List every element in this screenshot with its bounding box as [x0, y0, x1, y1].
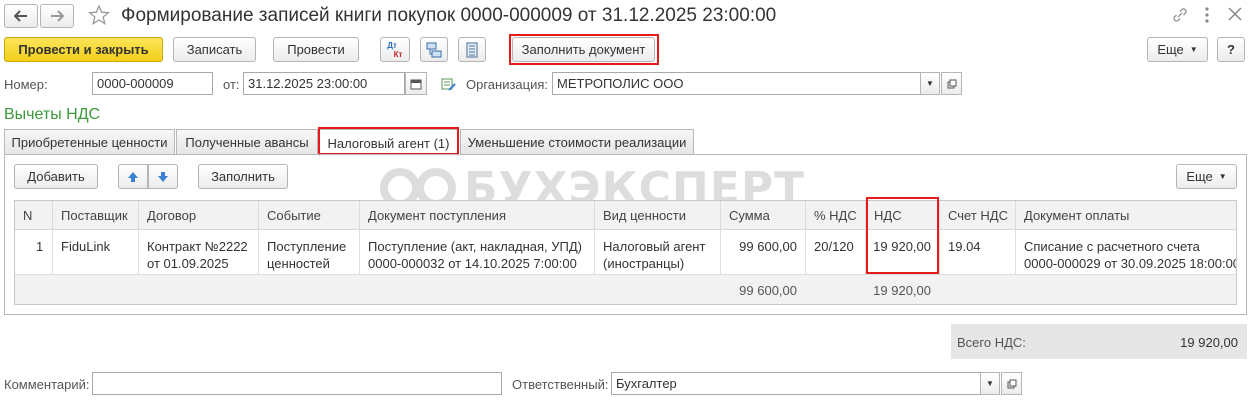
organization-open-button[interactable] [941, 72, 962, 95]
help-button[interactable]: ? [1217, 37, 1245, 62]
more-label: Еще [1157, 42, 1184, 57]
move-down-button[interactable] [148, 164, 178, 189]
totals-vat: 19 920,00 [873, 283, 931, 298]
document-edit-icon[interactable] [440, 76, 456, 92]
responsible-label: Ответственный: [512, 377, 609, 392]
row-event-line2: ценностей [267, 256, 330, 271]
close-icon[interactable] [1228, 7, 1242, 21]
chevron-down-icon: ▼ [926, 79, 934, 88]
date-label: от: [223, 77, 240, 92]
fill-document-button[interactable]: Заполнить документ [512, 37, 655, 62]
comment-field[interactable] [92, 372, 502, 395]
arrow-down-icon [158, 171, 168, 182]
row-payment-doc-line1: Списание с расчетного счета [1024, 239, 1200, 254]
total-vat-label: Всего НДС: [957, 335, 1026, 350]
responsible-dropdown-button[interactable]: ▼ [980, 372, 1000, 395]
arrow-left-icon [14, 10, 27, 22]
back-button[interactable] [4, 4, 38, 28]
row-contract-line2: от 01.09.2025 [147, 256, 229, 271]
calendar-button[interactable] [405, 72, 427, 95]
tab-received-advances[interactable]: Полученные авансы [176, 129, 318, 154]
comment-label: Комментарий: [4, 377, 90, 392]
more-button[interactable]: Еще ▼ [1147, 37, 1208, 62]
window-title: Формирование записей книги покупок 0000-… [121, 5, 777, 26]
row-contract-line1: Контракт №2222 [147, 239, 248, 254]
column-header-vat[interactable]: НДС [866, 201, 940, 230]
table-more-label: Еще [1186, 169, 1213, 184]
dt-label: Дт [387, 40, 397, 50]
menu-dots-icon[interactable] [1203, 6, 1211, 24]
open-icon [947, 79, 956, 88]
column-header-contract[interactable]: Договор [139, 201, 259, 230]
arrow-right-icon [51, 10, 64, 22]
dt-kt-button[interactable]: Дт Кт [380, 37, 410, 62]
number-label: Номер: [4, 77, 48, 92]
arrow-up-icon [128, 171, 138, 182]
structure-icon [426, 42, 442, 57]
row-vat: 19 920,00 [873, 239, 931, 254]
row-number: 1 [36, 239, 44, 254]
tab-sales-cost-reduction[interactable]: Уменьшение стоимости реализации [460, 129, 694, 154]
organization-dropdown-button[interactable]: ▼ [920, 72, 940, 95]
move-up-button[interactable] [118, 164, 148, 189]
column-header-amount[interactable]: Сумма [721, 201, 806, 230]
total-vat-value: 19 920,00 [1180, 335, 1238, 350]
tab-acquired-values[interactable]: Приобретенные ценности [4, 129, 175, 154]
row-vat-account: 19.04 [948, 239, 981, 254]
responsible-field[interactable]: Бухгалтер [611, 372, 981, 395]
forward-button[interactable] [40, 4, 74, 28]
row-value-kind-line2: (иностранцы) [603, 256, 685, 271]
column-header-receipt-document[interactable]: Документ поступления [360, 201, 595, 230]
tab-tax-agent[interactable]: Налоговый агент (1) [319, 129, 458, 156]
chevron-down-icon: ▼ [1189, 45, 1198, 54]
column-header-value-kind[interactable]: Вид ценности [595, 201, 721, 230]
row-amount: 99 600,00 [739, 239, 797, 254]
responsible-open-button[interactable] [1001, 372, 1022, 395]
structure-button[interactable] [420, 37, 448, 62]
row-event-line1: Поступление [267, 239, 347, 254]
title-bar: Формирование записей книги покупок 0000-… [0, 0, 1252, 32]
chevron-down-icon: ▼ [986, 379, 994, 388]
table-more-button[interactable]: Еще ▼ [1176, 164, 1237, 189]
organization-field[interactable]: МЕТРОПОЛИС ООО [552, 72, 921, 95]
kt-label: Кт [393, 49, 403, 59]
save-button[interactable]: Записать [173, 37, 256, 62]
row-payment-doc-line2: 0000-000029 от 30.09.2025 18:00:00 [1024, 256, 1236, 271]
post-button[interactable]: Провести [273, 37, 359, 62]
document-list-icon [466, 42, 478, 57]
table-totals-row [15, 274, 1236, 304]
column-header-supplier[interactable]: Поставщик [53, 201, 139, 230]
chevron-down-icon: ▼ [1218, 172, 1227, 181]
calendar-icon [410, 79, 422, 89]
row-value-kind-line1: Налоговый агент [603, 239, 706, 254]
star-icon[interactable] [88, 4, 110, 26]
section-title: Вычеты НДС [4, 106, 101, 123]
date-field[interactable]: 31.12.2025 23:00:00 [243, 72, 405, 95]
open-icon [1007, 379, 1016, 388]
row-vat-rate: 20/120 [814, 239, 854, 254]
column-header-vat-rate[interactable]: % НДС [806, 201, 866, 230]
report-button[interactable] [458, 37, 486, 62]
organization-label: Организация: [466, 77, 549, 92]
row-supplier: FiduLink [61, 239, 111, 254]
column-header-event[interactable]: Событие [259, 201, 360, 230]
post-and-close-button[interactable]: Провести и закрыть [4, 37, 163, 62]
add-button[interactable]: Добавить [14, 164, 98, 189]
column-header-payment-document[interactable]: Документ оплаты [1016, 201, 1236, 230]
column-header-vat-account[interactable]: Счет НДС [940, 201, 1016, 230]
number-field[interactable]: 0000-000009 [92, 72, 213, 95]
column-header-n[interactable]: N [15, 201, 53, 230]
row-receipt-doc-line1: Поступление (акт, накладная, УПД) [368, 239, 582, 254]
link-icon[interactable] [1171, 6, 1189, 24]
row-receipt-doc-line2: 0000-000032 от 14.10.2025 7:00:00 [368, 256, 577, 271]
totals-amount: 99 600,00 [739, 283, 797, 298]
fill-button[interactable]: Заполнить [198, 164, 288, 189]
